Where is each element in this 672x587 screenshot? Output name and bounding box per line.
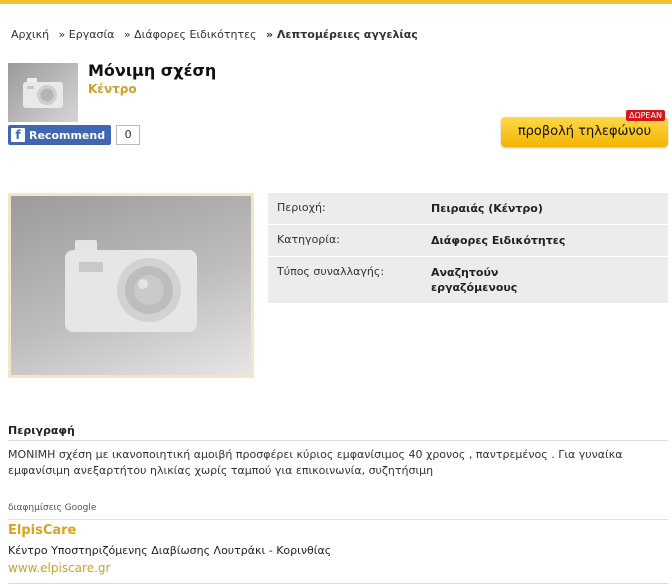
detail-value: Πειραιάς (Κέντρο) [431,202,543,215]
detail-row-transaction-type: Τύπος συναλλαγής: Αναζητούν εργαζόμενους [268,257,668,304]
main-photo-placeholder [11,196,251,375]
description-heading: Περιγραφή [8,424,75,437]
recommend-button[interactable]: f Recommend [8,125,112,145]
bottom-divider [8,583,668,584]
details-table: Περιοχή: Πειραιάς (Κέντρο) Κατηγορία: Δι… [268,193,668,304]
breadcrumb-work[interactable]: » Εργασία [59,28,115,41]
breadcrumb: Αρχική » Εργασία » Διάφορες Ειδικότητες … [11,28,424,41]
main-photo[interactable] [8,193,254,378]
facebook-recommend: f Recommend 0 [8,125,141,145]
listing-title: Μόνιμη σχέση [88,61,217,80]
detail-row-area: Περιοχή: Πειραιάς (Κέντρο) [268,193,668,225]
detail-label: Τύπος συναλλαγής: [277,265,385,278]
ad-title-link[interactable]: ElpisCare [8,523,76,538]
recommend-count: 0 [116,125,141,145]
camera-icon [65,239,197,332]
listing-thumbnail [8,63,78,122]
detail-value: Διάφορες Ειδικότητες [431,234,566,247]
free-badge: ΔΩΡΕΑΝ [626,110,665,121]
breadcrumb-home[interactable]: Αρχική [11,28,49,41]
ads-divider [8,519,668,520]
top-accent-bar [0,0,672,4]
detail-label: Κατηγορία: [277,233,340,246]
description-text: ΜΟΝΙΜΗ σχέση με ικανοποιητική αμοιβή προ… [8,448,623,477]
recommend-label: Recommend [29,128,106,142]
detail-row-category: Κατηγορία: Διάφορες Ειδικότητες [268,225,668,257]
breadcrumb-category[interactable]: » Διάφορες Ειδικότητες [124,28,257,41]
ad-url-link[interactable]: www.elpiscare.gr [8,561,110,575]
facebook-icon: f [11,128,25,142]
description-divider [8,440,668,441]
camera-icon [23,77,63,108]
show-phone-button[interactable]: προβολή τηλεφώνου [501,117,668,147]
listing-location[interactable]: Κέντρο [88,82,137,96]
detail-label: Περιοχή: [277,201,326,214]
ad-description: Κέντρο Υποστηριζόμενης Διαβίωσης Λουτράκ… [8,544,332,557]
detail-value: Αναζητούν εργαζόμενους [431,266,518,294]
breadcrumb-current: » Λεπτομέρειες αγγελίας [265,28,418,41]
ads-label: διαφημίσεις Google [8,503,97,513]
